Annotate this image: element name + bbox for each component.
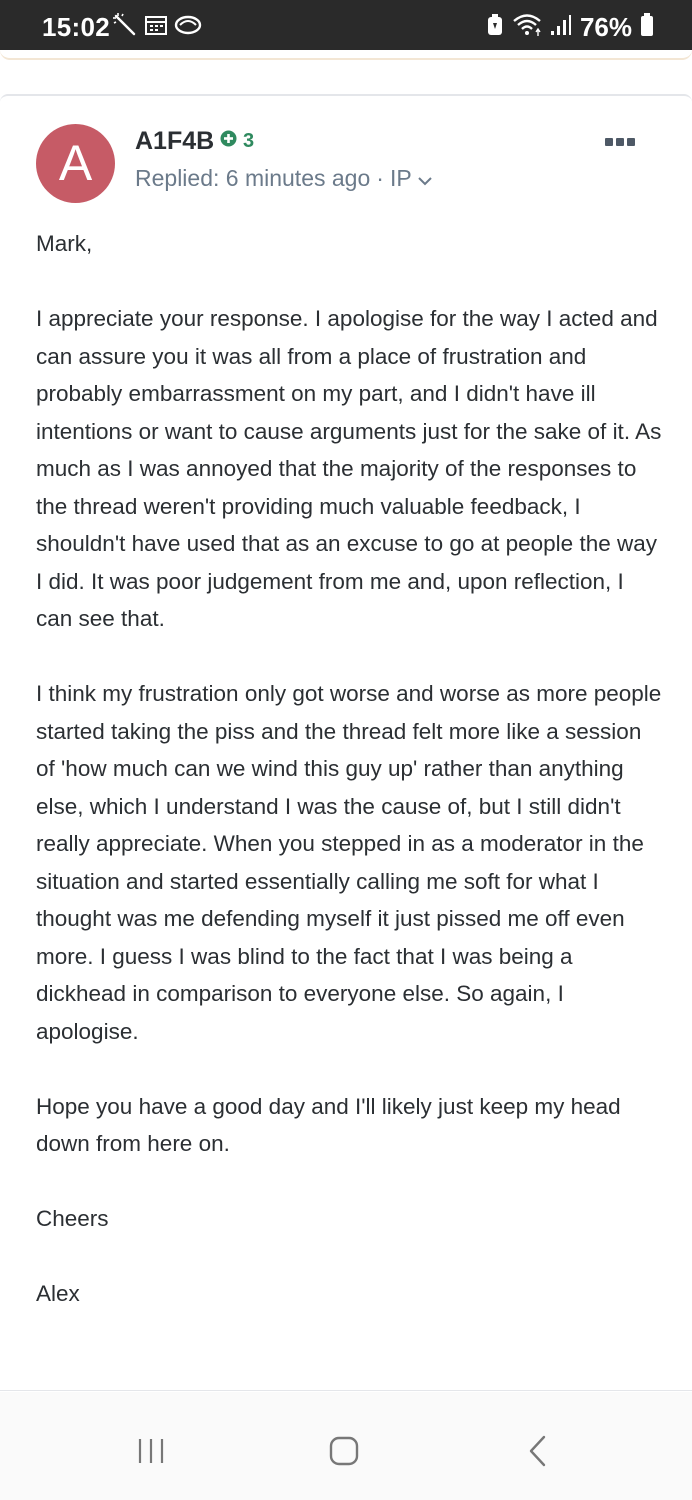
magic-wand-icon: [112, 12, 138, 43]
battery-saver-icon: [486, 13, 504, 42]
ip-toggle[interactable]: IP: [390, 162, 432, 194]
status-notification-icons: [112, 12, 202, 43]
meta-separator: ·: [376, 165, 384, 191]
post-paragraph: Hope you have a good day and I'll likely…: [36, 1093, 621, 1157]
cloud-icon: [174, 13, 202, 42]
post-paragraph: Alex: [36, 1281, 80, 1306]
status-system-icons: 76%: [486, 8, 654, 46]
previous-post-card-edge: [0, 50, 692, 60]
author-name[interactable]: A1F4B: [135, 124, 214, 158]
wifi-icon: [512, 12, 542, 43]
system-navigation-bar: [0, 1392, 692, 1500]
ip-label: IP: [389, 165, 412, 191]
post-content: Mark, I appreciate your response. I apol…: [36, 225, 664, 1350]
calendar-icon: [144, 13, 168, 42]
back-icon[interactable]: [513, 1426, 563, 1476]
more-options-icon[interactable]: [605, 138, 635, 146]
battery-percent: 76%: [579, 12, 632, 42]
recent-apps-icon[interactable]: [126, 1426, 176, 1476]
post-paragraph: I think my frustration only got worse an…: [36, 681, 662, 1044]
post-meta: Replied: 6 minutes ago · IP: [135, 162, 432, 194]
reputation-badge[interactable]: 3: [220, 127, 254, 155]
battery-icon: [640, 12, 654, 42]
status-time: 15:02: [42, 12, 110, 42]
plus-circle-icon: [220, 127, 237, 155]
status-bar: 15:02 76%: [0, 0, 692, 50]
home-icon[interactable]: [319, 1426, 369, 1476]
reputation-count: 3: [243, 130, 255, 152]
chevron-down-icon: [417, 162, 432, 194]
post-paragraph: Cheers: [36, 1206, 109, 1231]
post-paragraph: I appreciate your response. I apologise …: [36, 306, 662, 631]
avatar[interactable]: A: [36, 124, 115, 203]
replied-time: Replied: 6 minutes ago: [135, 165, 371, 191]
post-paragraph: Mark,: [36, 231, 93, 256]
signal-icon: [550, 13, 572, 42]
